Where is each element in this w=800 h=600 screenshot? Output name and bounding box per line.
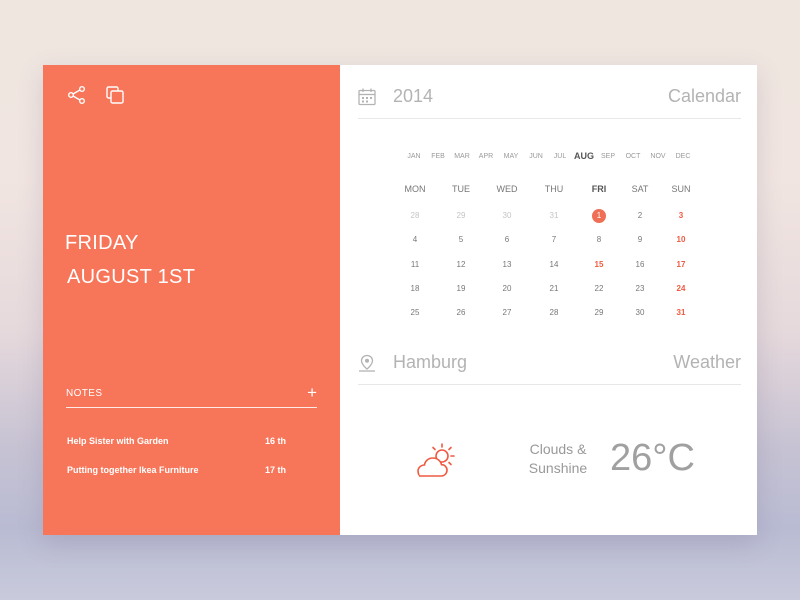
weekday-heading: FRIDAY <box>65 232 139 254</box>
day-cell[interactable]: 18 <box>405 282 425 296</box>
month-selector: JAN FEB MAR APR MAY JUN JUL AUG SEP OCT … <box>340 151 757 167</box>
calendar-year[interactable]: 2014 <box>393 86 433 107</box>
note-item[interactable]: Help Sister with Garden 16 th <box>67 436 287 450</box>
day-cell[interactable]: 3 <box>671 209 691 223</box>
copy-icon[interactable] <box>106 86 124 104</box>
weekday-sat: SAT <box>631 184 649 194</box>
calendar-icon <box>358 88 376 106</box>
day-cell[interactable]: 23 <box>630 282 650 296</box>
calendar-week: 28 29 30 31 1 2 3 <box>340 209 757 223</box>
day-cell[interactable]: 29 <box>589 306 609 320</box>
month-may[interactable]: MAY <box>504 153 519 160</box>
month-nov[interactable]: NOV <box>650 153 665 160</box>
day-cell[interactable]: 22 <box>589 282 609 296</box>
day-cell[interactable]: 7 <box>544 233 564 247</box>
calendar-week: 4 5 6 7 8 9 10 <box>340 233 757 247</box>
day-cell[interactable]: 16 <box>630 258 650 272</box>
calendar-week: 18 19 20 21 22 23 24 <box>340 282 757 296</box>
month-jul[interactable]: JUL <box>554 153 566 160</box>
weekday-header: MON TUE WED THU FRI SAT SUN <box>340 184 757 198</box>
weekday-fri: FRI <box>591 184 607 194</box>
day-cell[interactable]: 30 <box>630 306 650 320</box>
note-date: 16 th <box>265 436 287 446</box>
day-cell[interactable]: 21 <box>544 282 564 296</box>
month-sep[interactable]: SEP <box>601 153 615 160</box>
add-note-button[interactable]: + <box>307 383 317 403</box>
calendar-title: Calendar <box>667 86 741 106</box>
day-cell[interactable]: 2 <box>630 209 650 223</box>
month-feb[interactable]: FEB <box>431 153 445 160</box>
weekday-tue: TUE <box>452 184 470 194</box>
day-cell[interactable]: 6 <box>497 233 517 247</box>
month-apr[interactable]: APR <box>479 153 493 160</box>
month-jun[interactable]: JUN <box>529 153 543 160</box>
note-item[interactable]: Putting together Ikea Furniture 17 th <box>67 465 287 479</box>
calendar-header: 2014 Calendar <box>358 84 741 119</box>
day-cell[interactable]: 13 <box>497 258 517 272</box>
day-cell[interactable]: 4 <box>405 233 425 247</box>
temperature: 26°C <box>610 437 695 479</box>
month-jan[interactable]: JAN <box>407 153 420 160</box>
day-cell[interactable]: 14 <box>544 258 564 272</box>
day-cell[interactable]: 8 <box>589 233 609 247</box>
day-cell[interactable]: 28 <box>544 306 564 320</box>
note-date: 17 th <box>265 465 287 475</box>
date-heading: AUGUST 1ST <box>67 266 196 288</box>
weekday-mon: MON <box>404 184 426 194</box>
day-cell[interactable]: 19 <box>451 282 471 296</box>
weekday-thu: THU <box>544 184 564 194</box>
day-cell[interactable]: 27 <box>497 306 517 320</box>
day-cell[interactable]: 26 <box>451 306 471 320</box>
day-cell[interactable]: 31 <box>544 209 564 223</box>
weather-condition: Clouds & Sunshine <box>520 440 596 478</box>
date-panel: FRIDAY AUGUST 1ST NOTES + Help Sister wi… <box>43 65 340 535</box>
day-cell[interactable]: 10 <box>671 233 691 247</box>
cloud-sun-icon <box>417 443 455 477</box>
today-label: 1 <box>596 211 602 220</box>
note-title: Help Sister with Garden <box>67 436 169 446</box>
month-mar[interactable]: MAR <box>454 153 470 160</box>
calendar-week: 11 12 13 14 15 16 17 <box>340 258 757 272</box>
day-cell-today[interactable]: 1 <box>589 209 609 223</box>
weekday-wed: WED <box>496 184 518 194</box>
month-dec[interactable]: DEC <box>676 153 691 160</box>
day-cell[interactable]: 28 <box>405 209 425 223</box>
condition-line-1: Clouds & <box>529 441 587 457</box>
day-cell[interactable]: 24 <box>671 282 691 296</box>
weather-city[interactable]: Hamburg <box>393 352 467 373</box>
info-panel: 2014 Calendar JAN FEB MAR APR MAY JUN JU… <box>340 65 757 535</box>
day-cell[interactable]: 29 <box>451 209 471 223</box>
location-pin-icon <box>359 354 375 372</box>
day-cell[interactable]: 11 <box>405 258 425 272</box>
day-cell[interactable]: 12 <box>451 258 471 272</box>
day-cell[interactable]: 17 <box>671 258 691 272</box>
day-cell[interactable]: 30 <box>497 209 517 223</box>
month-oct[interactable]: OCT <box>626 153 641 160</box>
condition-line-2: Sunshine <box>528 460 588 476</box>
note-title: Putting together Ikea Furniture <box>67 465 199 475</box>
month-aug[interactable]: AUG <box>574 151 594 161</box>
day-cell[interactable]: 15 <box>589 258 609 272</box>
weather-title: Weather <box>673 352 741 372</box>
day-cell[interactable]: 9 <box>630 233 650 247</box>
calendar-week: 25 26 27 28 29 30 31 <box>340 306 757 320</box>
share-icon[interactable] <box>67 85 87 105</box>
day-cell[interactable]: 31 <box>671 306 691 320</box>
notes-label: NOTES <box>66 388 103 399</box>
dashboard-card: FRIDAY AUGUST 1ST NOTES + Help Sister wi… <box>43 65 757 535</box>
notes-header: NOTES + <box>66 383 317 408</box>
day-cell[interactable]: 25 <box>405 306 425 320</box>
day-cell[interactable]: 5 <box>451 233 471 247</box>
day-cell[interactable]: 20 <box>497 282 517 296</box>
weather-header: Hamburg Weather <box>358 350 741 385</box>
weekday-sun: SUN <box>671 184 691 194</box>
